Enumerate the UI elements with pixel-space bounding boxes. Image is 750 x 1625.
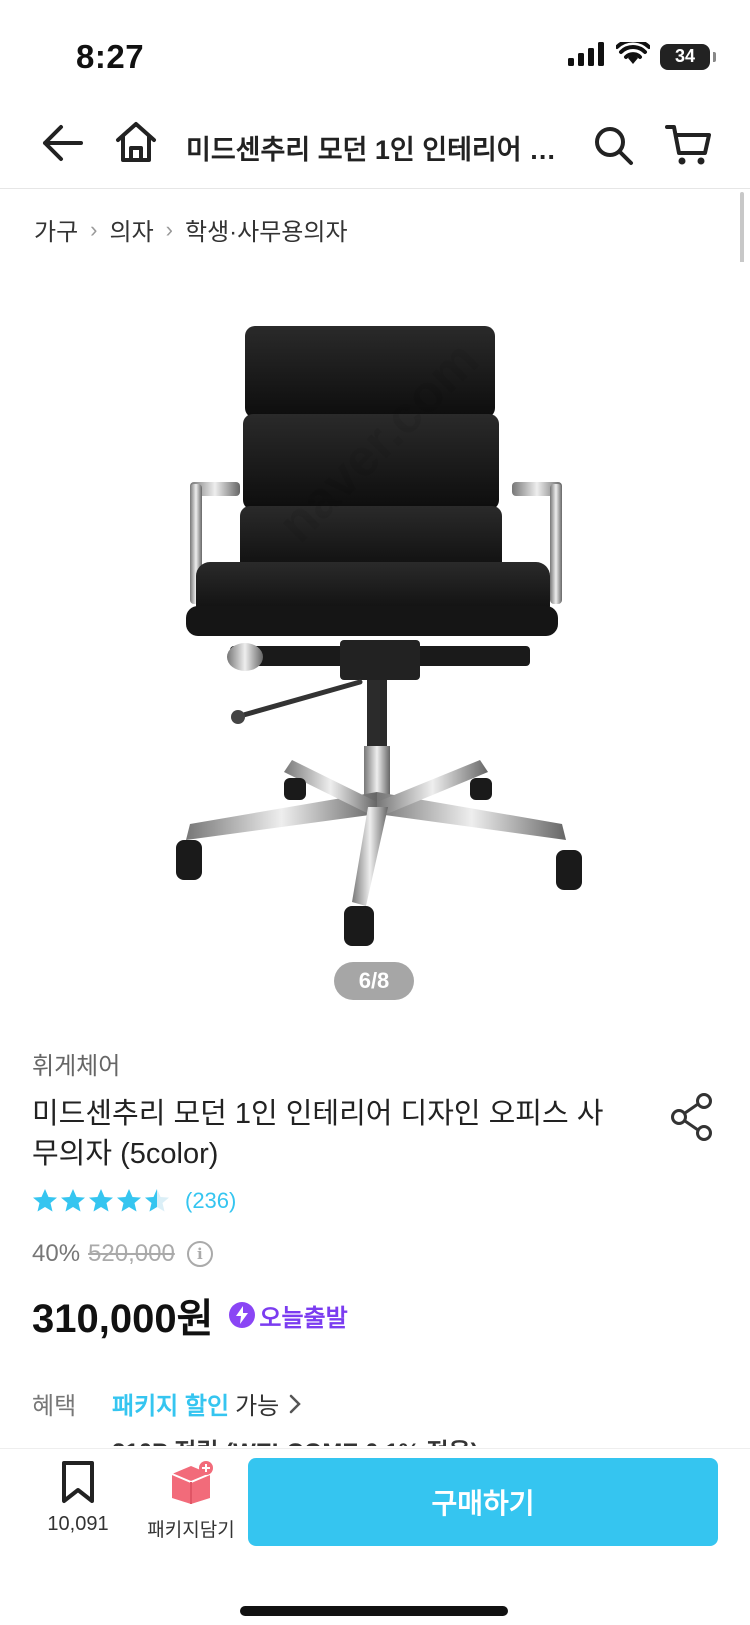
benefit-row[interactable]: 혜택 패키지 할인 가능 (32, 1386, 305, 1421)
benefit-suffix: 가능 (235, 1393, 280, 1420)
info-icon[interactable]: i (186, 1241, 213, 1267)
package-label: 패키지담기 (147, 1520, 235, 1541)
discount-rate: 40% (32, 1240, 81, 1267)
chevron-right-icon (290, 1394, 302, 1413)
back-button[interactable] (34, 116, 88, 170)
sale-price: 310,000원 (32, 1297, 214, 1341)
product-title: 미드센추리 모던 1인 인테리어 디자인 오피스 사무의자 (5color) (32, 1098, 604, 1170)
chevron-right-icon: › (90, 216, 98, 242)
breadcrumb-item-office-chair[interactable]: 학생·사무용의자 (185, 212, 348, 247)
brand-name[interactable]: 휘게체어 (32, 1046, 120, 1081)
rating-stars-icon (33, 1189, 169, 1212)
bookmark-button[interactable]: 10,091 (38, 1460, 118, 1536)
office-chair-image (176, 326, 582, 946)
home-indicator (240, 1606, 508, 1616)
benefit-label: 혜택 (32, 1393, 77, 1420)
breadcrumb: 가구 › 의자 › 학생·사무용의자 (34, 212, 348, 247)
cart-button[interactable] (660, 118, 716, 172)
add-to-package-button[interactable]: 패키지담기 (136, 1460, 246, 1542)
package-box-icon (171, 1461, 213, 1504)
search-button[interactable] (586, 118, 640, 172)
today-shipping-label: 오늘출발 (259, 1304, 348, 1332)
review-count[interactable]: (236) (185, 1188, 236, 1214)
product-image-carousel[interactable]: naver.com (0, 262, 750, 1018)
share-icon (671, 1093, 712, 1141)
today-shipping-badge: 오늘출발 (229, 1298, 348, 1333)
signal-icon (568, 42, 606, 71)
discount-row: 40% 520,000 i (32, 1240, 213, 1268)
original-price: 520,000 (88, 1240, 175, 1267)
status-icons: 34 (568, 38, 716, 71)
image-counter: 6/8 (334, 962, 414, 1000)
bookmark-count: 10,091 (47, 1513, 109, 1535)
cart-icon (665, 125, 711, 165)
rating[interactable]: (236) (32, 1188, 236, 1214)
price-row: 310,000원 오늘출발 (32, 1286, 348, 1344)
header-title: 미드센추리 모던 1인 인테리어 디자인 오피스 사무의자 (5color) (186, 135, 566, 165)
package-discount-link[interactable]: 패키지 할인 (112, 1386, 229, 1421)
breadcrumb-item-chair[interactable]: 의자 (110, 212, 154, 247)
home-button[interactable] (108, 114, 164, 170)
home-icon (116, 122, 156, 162)
back-arrow-icon (43, 125, 83, 161)
share-button[interactable] (670, 1092, 714, 1147)
status-time: 8:27 (76, 38, 145, 75)
lightning-icon (229, 1302, 256, 1328)
search-icon (595, 127, 633, 165)
wifi-icon (615, 38, 651, 71)
buy-button[interactable]: 구매하기 (248, 1458, 718, 1546)
breadcrumb-item-furniture[interactable]: 가구 (34, 212, 78, 247)
points-info: 310P 적립 (WELCOME 0.1% 적용) (112, 1432, 479, 1446)
bookmark-icon (62, 1461, 94, 1503)
battery-icon: 34 (660, 43, 716, 70)
chevron-right-icon: › (165, 216, 173, 242)
